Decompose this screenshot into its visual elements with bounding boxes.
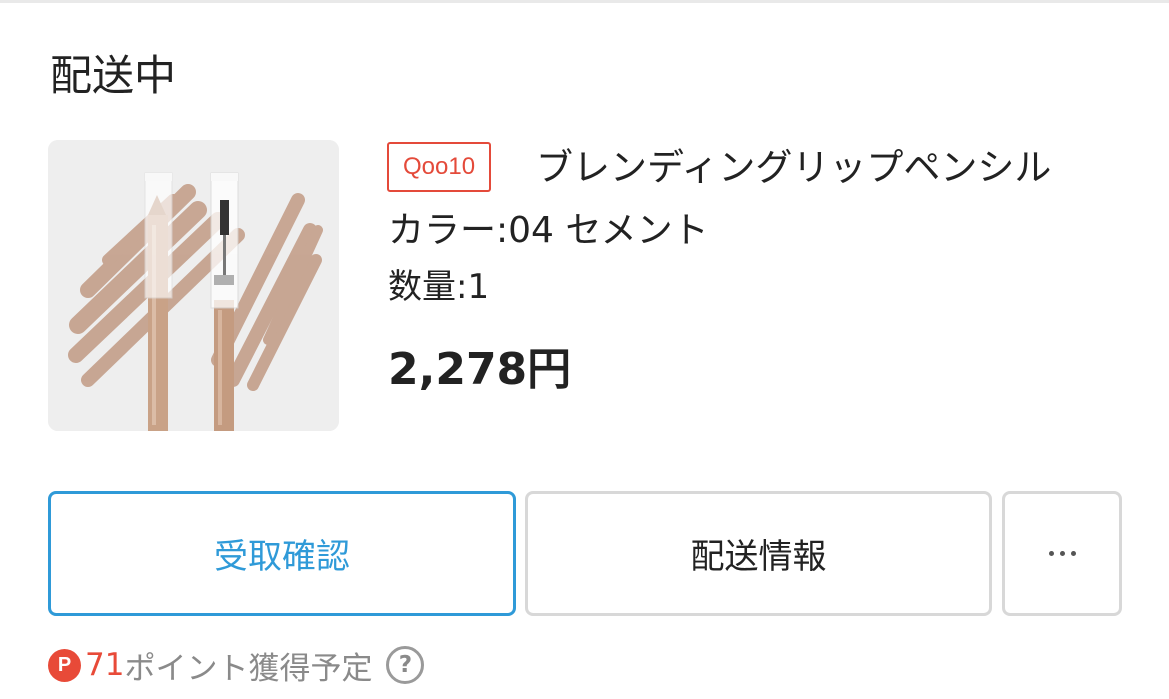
top-divider [0,0,1169,3]
more-icon [1048,551,1076,556]
more-options-button[interactable] [1002,491,1122,616]
product-price: 2,278円 [388,344,572,395]
points-row: P 71 ポイント獲得予定 ? [48,643,425,687]
shop-badge: Qoo10 [387,142,492,192]
product-quantity: 数量:1 [388,267,490,307]
shipping-info-button[interactable]: 配送情報 [525,491,992,616]
order-status-title: 配送中 [50,51,177,100]
shipping-info-label: 配送情報 [690,537,827,577]
confirm-receipt-button[interactable]: 受取確認 [48,491,516,616]
product-image[interactable] [48,140,339,431]
product-variant: カラー:04 セメント [388,210,709,251]
points-icon: P [48,648,81,682]
points-amount: 71 [85,647,125,683]
product-name[interactable]: ブレンディングリップペンシル [536,140,1051,196]
help-icon[interactable]: ? [386,646,425,684]
confirm-receipt-label: 受取確認 [214,537,350,577]
points-label: ポイント獲得予定 [124,650,373,687]
